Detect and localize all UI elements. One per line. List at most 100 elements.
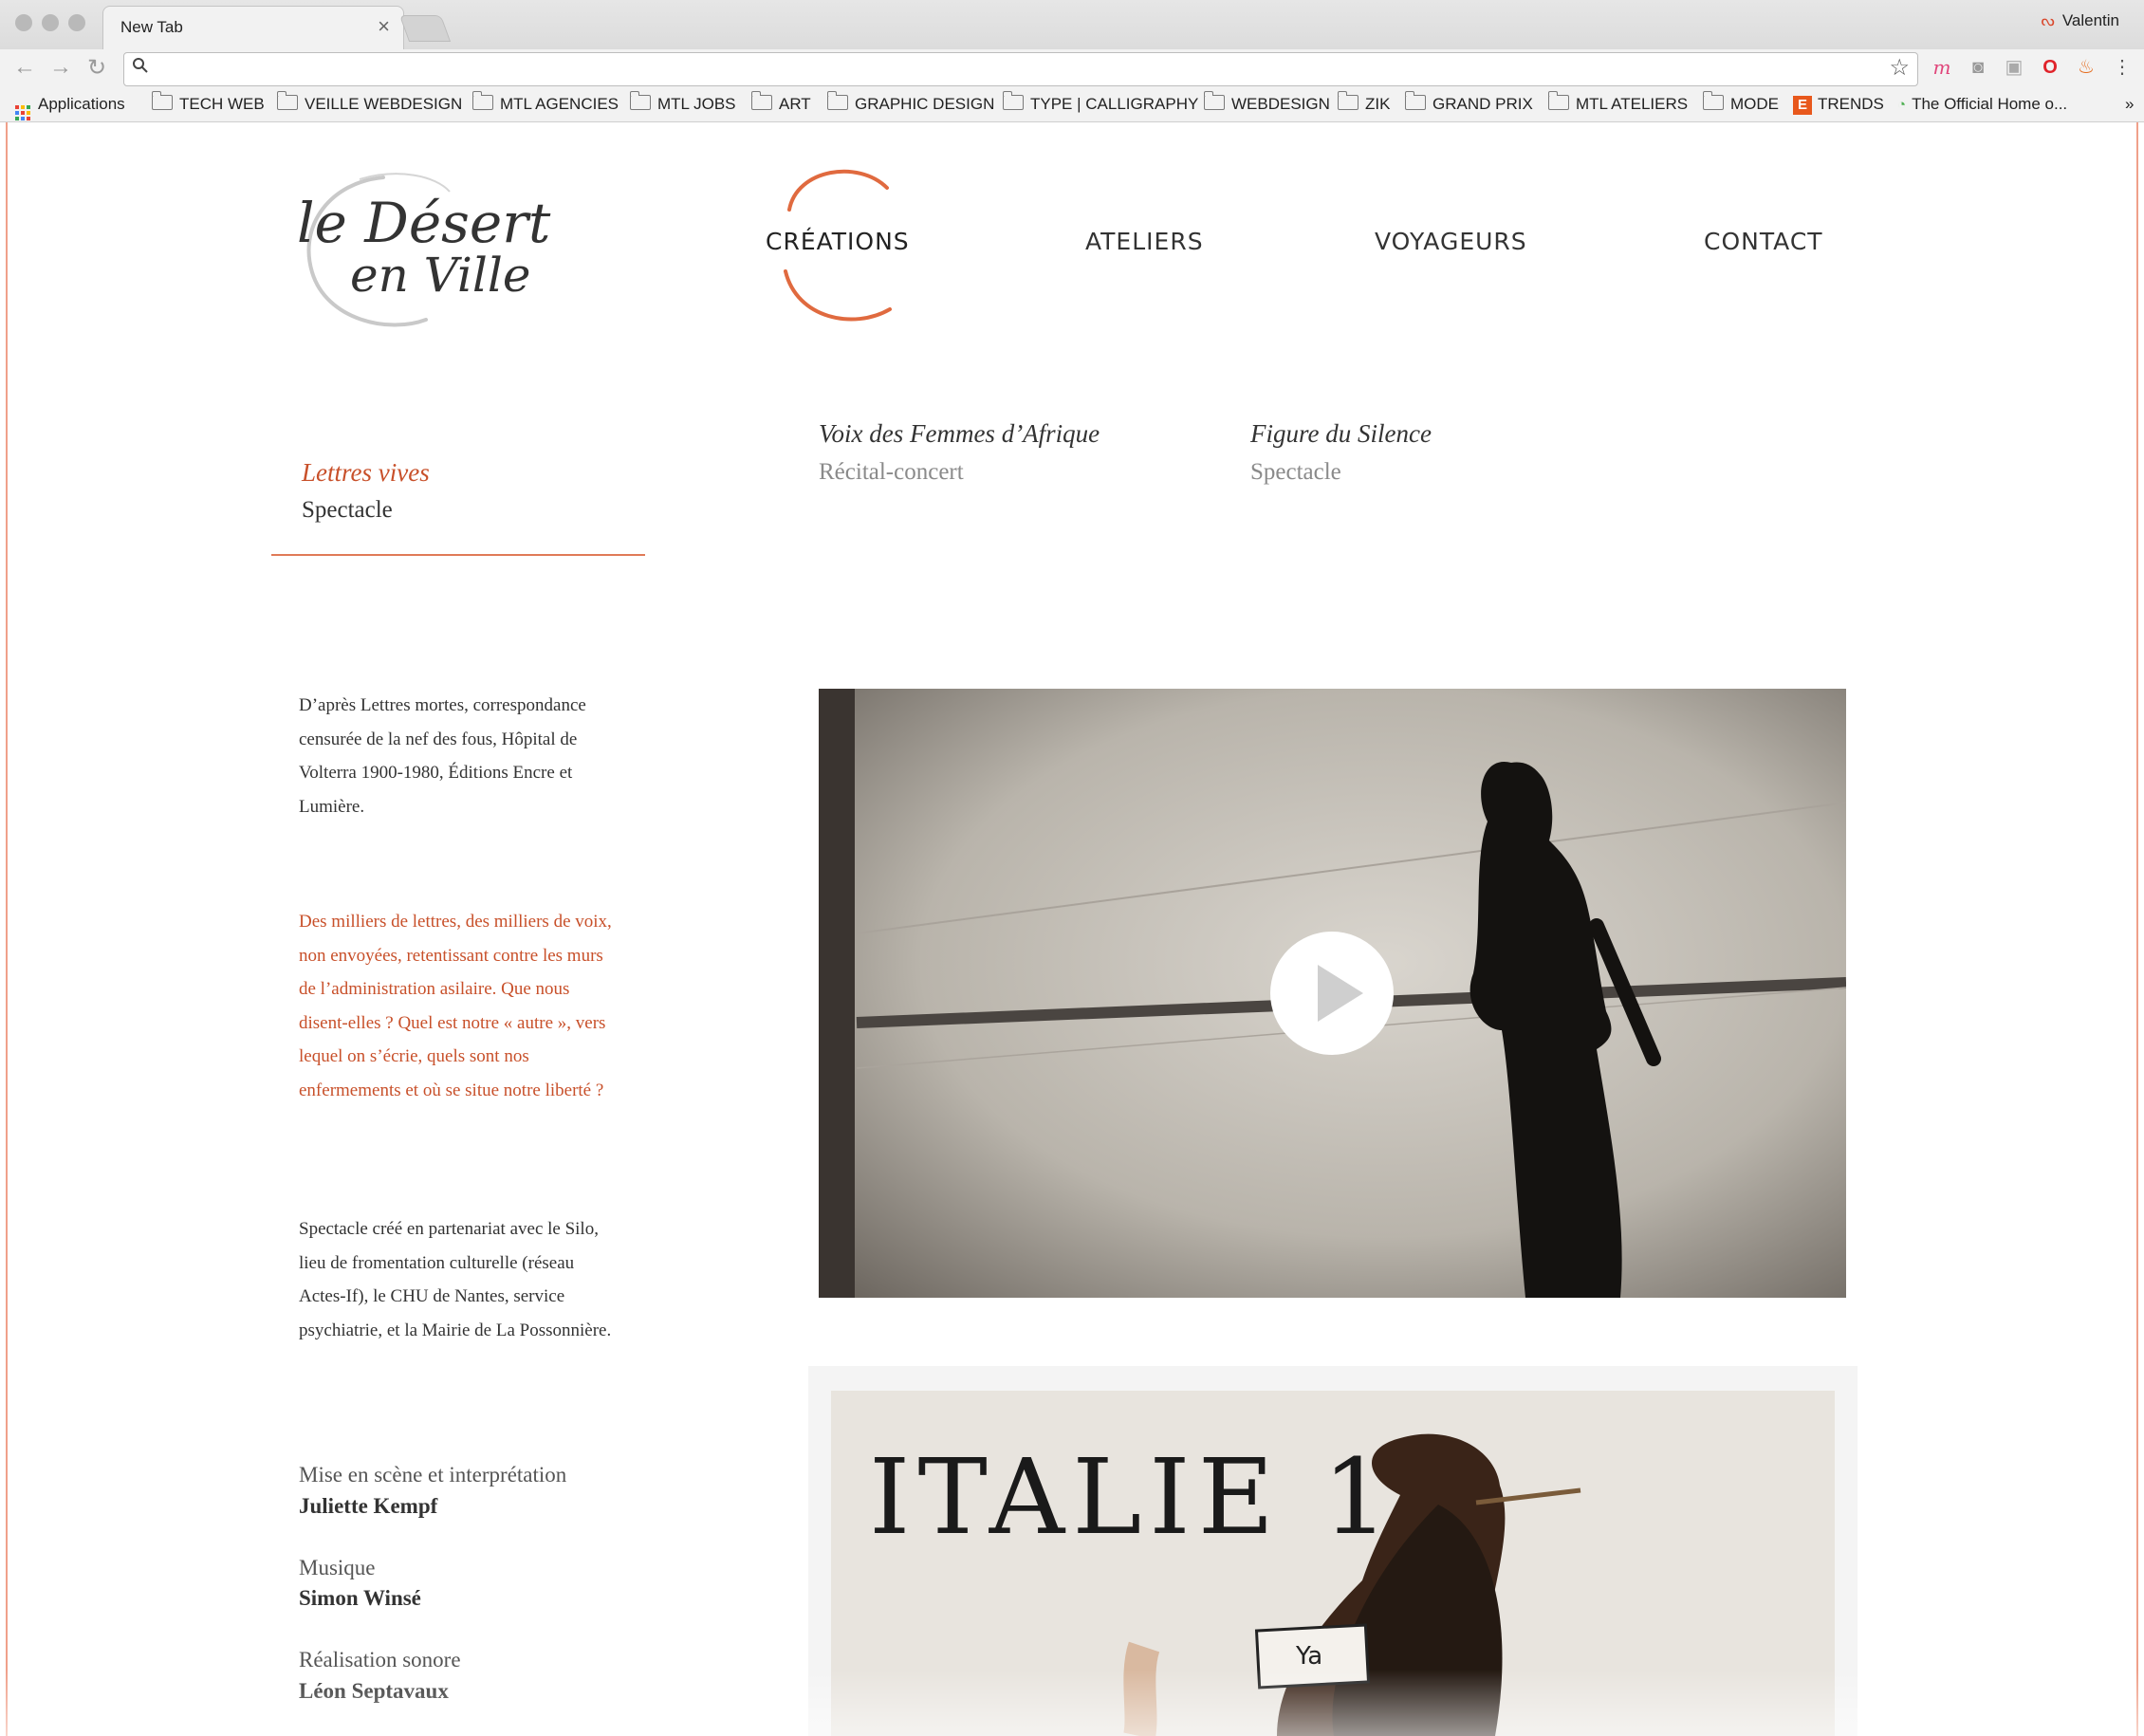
new-tab-button[interactable] [398, 15, 452, 42]
folder-icon [151, 91, 173, 110]
bookmark-art[interactable]: ART [750, 91, 811, 114]
credit-role: Réalisation sonore [299, 1648, 461, 1671]
bookmarks-overflow-icon[interactable]: » [2125, 95, 2134, 114]
bookmark-applications[interactable]: Applications [15, 95, 125, 120]
bookmark-label: TRENDS [1818, 95, 1884, 113]
bookmark-official-home[interactable]: ◔ The Official Home o... [1897, 95, 2067, 114]
credit-name: Simon Winsé [299, 1586, 421, 1610]
bookmark-label: Applications [38, 95, 125, 113]
extension-m-icon[interactable]: m [1930, 55, 1954, 80]
toolbar: ← → ↻ ☆ m ◙ ▣ O ♨ ⋮ [0, 49, 2144, 89]
credit-role: Mise en scène et interprétation [299, 1463, 567, 1487]
apps-grid-icon [15, 105, 30, 120]
bookmark-webdesign[interactable]: WEBDESIGN [1203, 91, 1330, 114]
extension-grey-icon[interactable]: ▣ [2002, 55, 2026, 80]
bookmark-label: ART [779, 95, 811, 113]
bookmark-mtl-jobs[interactable]: MTL JOBS [629, 91, 736, 114]
star-icon[interactable]: ☆ [1889, 54, 1910, 82]
bookmark-graphic-design[interactable]: GRAPHIC DESIGN [826, 91, 995, 114]
back-arrow-icon[interactable]: ← [11, 54, 38, 81]
subnav-lettres-vives[interactable]: Lettres vives [302, 458, 430, 488]
tab-new-tab[interactable]: New Tab × [102, 6, 404, 50]
nav-voyageurs[interactable]: VOYAGEURS [1375, 228, 1527, 255]
opera-icon[interactable]: O [2038, 55, 2062, 80]
folder-icon [1337, 91, 1358, 110]
subnav-voix-des-femmes[interactable]: Voix des Femmes d’Afrique [819, 419, 1100, 449]
logo-line2: en Ville [350, 248, 530, 303]
intro-paragraph: D’après Lettres mortes, correspondance c… [299, 695, 586, 817]
forward-arrow-icon[interactable]: → [47, 54, 74, 81]
minimize-window-button[interactable] [42, 14, 59, 31]
bookmark-trends[interactable]: E TRENDS [1793, 95, 1884, 115]
bookmark-type-calligraphy[interactable]: TYPE | CALLIGRAPHY [1002, 91, 1199, 114]
fire-icon[interactable]: ♨ [2074, 55, 2098, 80]
quote-paragraph: Des milliers de lettres, des milliers de… [299, 912, 612, 1100]
bookmark-label: GRAPHIC DESIGN [855, 95, 995, 113]
folder-icon [1404, 91, 1426, 110]
performance-photo[interactable]: ITALIE 19 Ya [831, 1391, 1835, 1736]
partners-paragraph: Spectacle créé en partenariat avec le Si… [299, 1219, 612, 1340]
folder-icon [1547, 91, 1569, 110]
site-logo[interactable]: le Désert en Ville [293, 168, 606, 329]
bookmark-tech-web[interactable]: TECH WEB [151, 91, 265, 114]
play-icon [1318, 965, 1363, 1022]
subnav-voix-des-femmes-kind: Récital-concert [819, 459, 964, 485]
close-window-button[interactable] [15, 14, 32, 31]
bookmark-mode[interactable]: MODE [1702, 91, 1779, 114]
profile-button[interactable]: ᔓ Valentin [2042, 11, 2119, 30]
bookmark-grand-prix[interactable]: GRAND PRIX [1404, 91, 1533, 114]
folder-icon [1002, 91, 1024, 110]
folder-icon [1203, 91, 1225, 110]
credit-name: Juliette Kempf [299, 1494, 438, 1518]
nav-creations[interactable]: CRÉATIONS [766, 228, 910, 255]
bookmark-mtl-ateliers[interactable]: MTL ATELIERS [1547, 91, 1689, 114]
credit-name: Léon Septavaux [299, 1679, 449, 1703]
play-button[interactable] [1270, 932, 1394, 1055]
bookmark-label: TYPE | CALLIGRAPHY [1030, 95, 1199, 113]
bookmark-label: The Official Home o... [1912, 95, 2068, 113]
search-icon [132, 57, 149, 80]
bookmark-veille-webdesign[interactable]: VEILLE WEBDESIGN [276, 91, 463, 114]
folder-icon [471, 91, 493, 110]
bookmark-label: MTL JOBS [657, 95, 736, 113]
close-icon[interactable]: × [378, 15, 390, 38]
site-favicon-icon: ◔ [1897, 97, 1907, 113]
subnav-active-underline [271, 554, 645, 556]
bookmark-mtl-agencies[interactable]: MTL AGENCIES [471, 91, 619, 114]
bookmark-label: MTL AGENCIES [500, 95, 619, 113]
address-bar[interactable]: ☆ [123, 52, 1918, 86]
profile-name: Valentin [2061, 11, 2119, 29]
folder-icon [276, 91, 298, 110]
bookmark-label: ZIK [1365, 95, 1391, 113]
video-player[interactable] [819, 689, 1846, 1298]
tab-bar: New Tab × ᔓ Valentin [0, 0, 2144, 50]
folder-icon [629, 91, 651, 110]
photo-stamp-text: Ya [1295, 1642, 1322, 1671]
subnav-figure-du-silence[interactable]: Figure du Silence [1250, 419, 1432, 449]
folder-icon [826, 91, 848, 110]
bookmarks-bar: Applications TECH WEB VEILLE WEBDESIGN MTL … [0, 89, 2144, 122]
reload-icon[interactable]: ↻ [83, 54, 110, 82]
bookmark-zik[interactable]: ZIK [1337, 91, 1391, 114]
menu-icon[interactable]: ⋮ [2110, 55, 2135, 80]
browser-chrome: New Tab × ᔓ Valentin ← → ↻ ☆ m ◙ ▣ O ♨ ⋮ … [0, 0, 2144, 122]
nav-ateliers[interactable]: ATELIERS [1085, 228, 1204, 255]
profile-icon: ᔓ [2041, 13, 2055, 29]
bookmark-label: VEILLE WEBDESIGN [305, 95, 463, 113]
camera-icon[interactable]: ◙ [1966, 55, 1990, 80]
etsy-icon: E [1793, 96, 1812, 115]
bookmark-label: TECH WEB [179, 95, 265, 113]
bookmark-label: MTL ATELIERS [1576, 95, 1689, 113]
zoom-window-button[interactable] [68, 14, 85, 31]
subnav-figure-du-silence-kind: Spectacle [1250, 459, 1341, 485]
bookmark-label: MODE [1730, 95, 1779, 113]
bookmark-label: WEBDESIGN [1231, 95, 1330, 113]
nav-contact[interactable]: CONTACT [1704, 228, 1823, 255]
logo-line1: le Désert [297, 191, 551, 255]
tab-title: New Tab [120, 18, 183, 36]
folder-icon [1702, 91, 1724, 110]
bookmark-label: GRAND PRIX [1432, 95, 1533, 113]
photo-image: ITALIE 19 Ya [831, 1391, 1835, 1736]
subnav-lettres-vives-kind: Spectacle [302, 497, 393, 523]
folder-icon [750, 91, 772, 110]
